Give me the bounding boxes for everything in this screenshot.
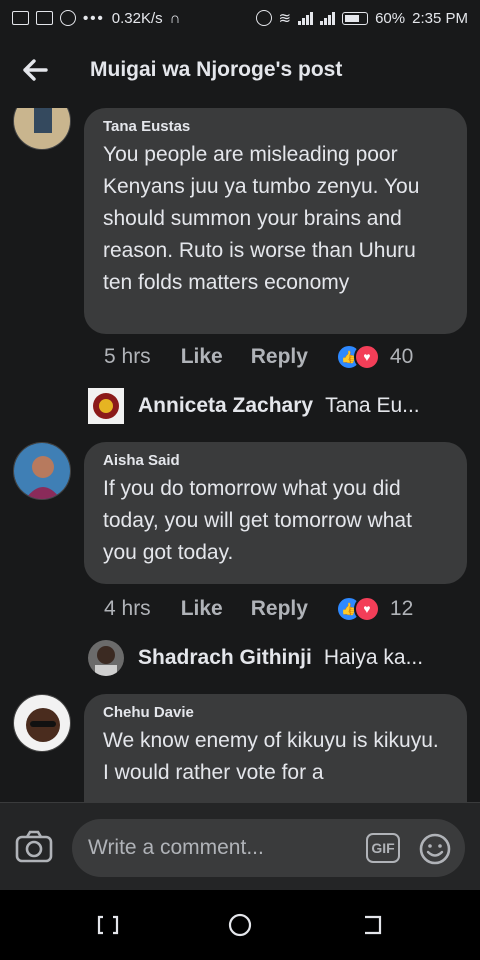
headphones-icon: ∩ [169,9,181,27]
reply-snippet: Haiya ka... [323,646,424,669]
status-bar: ••• 0.32K/s ∩ ≋ 60% 2:35 PM [0,0,480,36]
comment-bubble[interactable]: Aisha Said If you do tomorrow what you d… [84,442,467,584]
gmail-icon [12,11,29,25]
wifi-icon: ≋ [278,10,292,27]
do-not-disturb-icon [255,10,272,26]
comment-text: We know enemy of kikuyu is kikuyu. I wou… [103,729,439,784]
reply-preview[interactable]: Shadrach Githinji Haiya ka... [88,640,423,676]
emoji-icon[interactable] [418,831,452,865]
comment-placeholder: Write a comment... [88,836,264,859]
avatar[interactable] [13,108,71,150]
reaction-count: 40 [389,345,414,368]
facebook-icon [60,10,76,26]
reactions[interactable]: 👍 ♥ [335,596,380,622]
comment-actions: 5 hrs Like Reply 👍 ♥ 40 [104,344,413,370]
comments-feed[interactable]: Tana Eustas You people are misleading po… [0,108,480,802]
gif-button[interactable]: GIF [366,833,400,863]
like-button[interactable]: Like [181,345,223,369]
reply-preview[interactable]: Anniceta Zachary Tana Eu... [88,388,420,424]
comment-text: You people are misleading poor Kenyans j… [103,143,420,294]
app-header: Muigai wa Njoroge's post [0,36,480,104]
avatar[interactable] [13,442,71,500]
love-reaction-icon: ♥ [353,596,380,622]
battery-level: 60% [375,9,406,27]
reactions[interactable]: 👍 ♥ [335,344,380,370]
back-arrow-icon[interactable] [0,36,70,104]
recents-icon[interactable] [95,912,121,938]
comment-time: 5 hrs [104,345,151,368]
battery-icon [342,11,369,25]
more-notifications-icon: ••• [83,9,105,27]
comment-text: If you do tomorrow what you did today, y… [103,477,412,564]
comment-bubble[interactable]: Chehu Davie We know enemy of kikuyu is k… [84,694,467,802]
comment-author[interactable]: Chehu Davie [103,704,447,721]
comment-time: 4 hrs [104,597,151,620]
comment-author[interactable]: Tana Eustas [103,118,447,135]
reply-author: Anniceta Zachary [138,394,314,417]
reply-button[interactable]: Reply [251,345,308,369]
reply-avatar [88,640,124,676]
clock: 2:35 PM [412,9,468,27]
back-nav-icon[interactable] [360,912,386,938]
system-nav-bar [0,890,480,960]
status-right: ≋ 60% 2:35 PM [255,9,468,27]
comment-author[interactable]: Aisha Said [103,452,447,469]
reaction-count: 12 [389,597,414,620]
reply-avatar [88,388,124,424]
reply-snippet: Tana Eu... [325,394,420,417]
signal-icon [298,11,314,25]
comment-input[interactable]: Write a comment... GIF [72,819,465,877]
comment-actions: 4 hrs Like Reply 👍 ♥ 12 [104,596,413,622]
home-icon[interactable] [227,912,253,938]
network-speed: 0.32K/s [111,9,163,27]
comment-composer: Write a comment... GIF [0,802,480,891]
like-button[interactable]: Like [181,597,223,621]
reply-button[interactable]: Reply [251,597,308,621]
avatar[interactable] [13,694,71,752]
love-reaction-icon: ♥ [353,344,380,370]
camera-icon[interactable] [14,829,54,865]
signal-2-icon [320,11,336,25]
reply-author: Shadrach Githinji [138,646,312,669]
comment-bubble[interactable]: Tana Eustas You people are misleading po… [84,108,467,334]
page-title: Muigai wa Njoroge's post [90,58,343,81]
gallery-icon [36,11,53,25]
status-left: ••• 0.32K/s ∩ [12,10,180,27]
